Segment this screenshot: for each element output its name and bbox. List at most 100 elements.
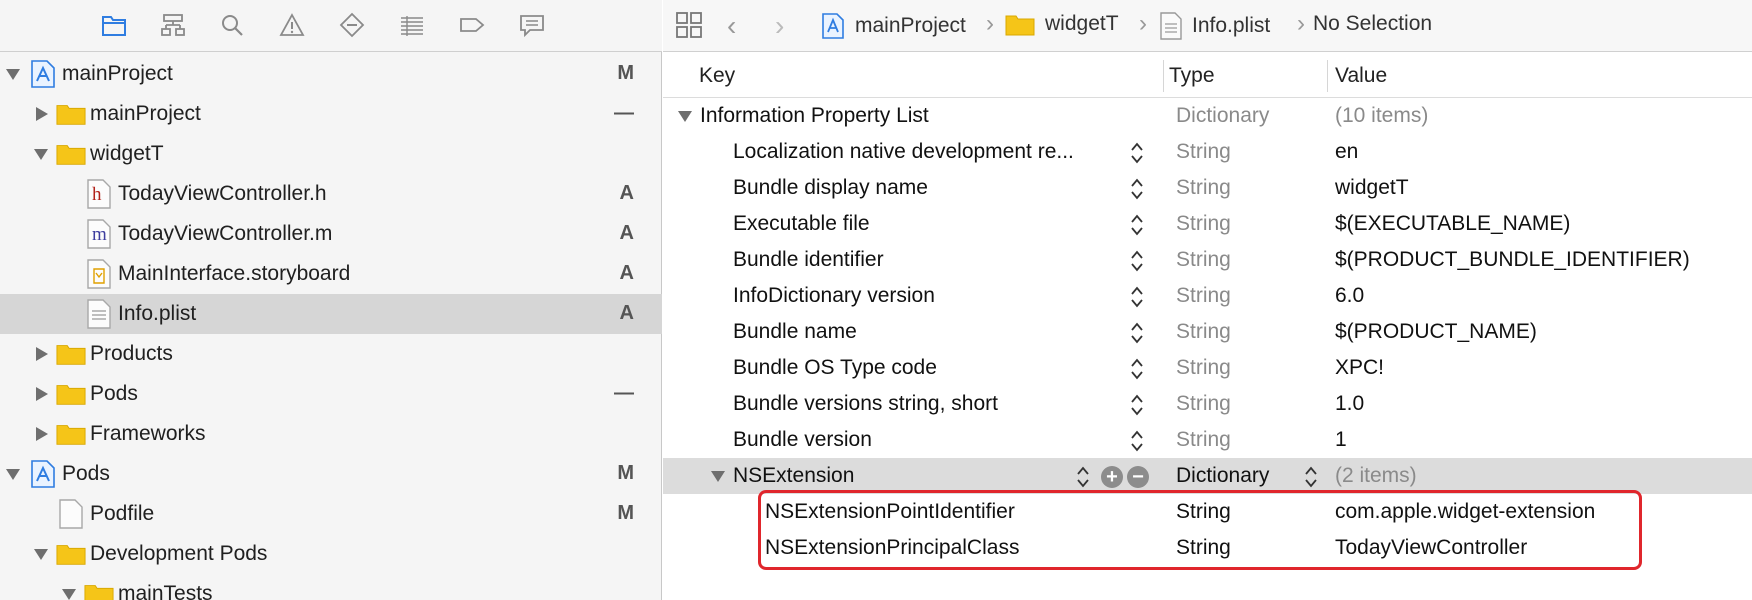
plist-type[interactable]: String xyxy=(1176,356,1231,380)
file-tree-row[interactable]: Pods M xyxy=(0,454,662,494)
folder-icon[interactable] xyxy=(96,8,132,42)
disclosure-open-icon[interactable] xyxy=(677,108,693,124)
header-value[interactable]: Value xyxy=(1335,64,1387,88)
plist-row[interactable]: Bundle display name String widgetT xyxy=(663,170,1752,206)
plist-value[interactable]: (2 items) xyxy=(1335,464,1417,488)
hierarchy-icon[interactable] xyxy=(155,8,191,42)
plist-value[interactable]: 1.0 xyxy=(1335,392,1364,416)
plist-type[interactable]: String xyxy=(1176,392,1231,416)
plist-key[interactable]: NSExtensionPointIdentifier xyxy=(765,500,1015,524)
tag-icon[interactable] xyxy=(454,8,490,42)
file-tree-row[interactable]: Development Pods xyxy=(0,534,662,574)
plist-row[interactable]: Localization native development re... Str… xyxy=(663,134,1752,170)
disclosure-open-icon[interactable] xyxy=(710,468,726,484)
plist-row[interactable]: Bundle version String 1 xyxy=(663,422,1752,458)
column-divider[interactable] xyxy=(1163,60,1164,92)
file-tree-row[interactable]: Info.plist A xyxy=(0,294,662,334)
back-arrow-icon[interactable]: ‹ xyxy=(727,10,736,42)
key-stepper-icon[interactable] xyxy=(1129,321,1145,345)
plist-row[interactable]: NSExtensionPointIdentifier String com.appl… xyxy=(663,494,1752,530)
key-stepper-icon[interactable] xyxy=(1129,357,1145,381)
plist-key[interactable]: Bundle identifier xyxy=(733,248,884,272)
plist-value[interactable]: XPC! xyxy=(1335,356,1384,380)
file-tree-row[interactable]: MainInterface.storyboard A xyxy=(0,254,662,294)
column-divider[interactable] xyxy=(1327,60,1328,92)
plist-type[interactable]: String xyxy=(1176,248,1231,272)
disclosure-open-icon[interactable] xyxy=(4,65,22,83)
key-stepper-icon[interactable] xyxy=(1129,393,1145,417)
plist-key[interactable]: NSExtension xyxy=(733,464,854,488)
related-items-icon[interactable] xyxy=(675,11,703,39)
disclosure-closed-icon[interactable] xyxy=(32,385,50,403)
comment-icon[interactable] xyxy=(514,8,550,42)
plist-row[interactable]: Bundle identifier String $(PRODUCT_BUNDLE_… xyxy=(663,242,1752,278)
test-diamond-icon[interactable] xyxy=(334,8,370,42)
file-tree-row[interactable]: mainProject M xyxy=(0,54,662,94)
disclosure-closed-icon[interactable] xyxy=(32,105,50,123)
disclosure-open-icon[interactable] xyxy=(60,585,78,600)
key-stepper-icon[interactable] xyxy=(1129,285,1145,309)
file-tree-row[interactable]: Pods — xyxy=(0,374,662,414)
key-stepper-icon[interactable] xyxy=(1129,213,1145,237)
plist-row[interactable]: Bundle OS Type code String XPC! xyxy=(663,350,1752,386)
forward-arrow-icon[interactable]: › xyxy=(775,10,784,42)
breadcrumb-selection[interactable]: No Selection xyxy=(1313,12,1432,36)
breadcrumb-group[interactable]: widgetT xyxy=(1005,12,1119,36)
file-tree-row[interactable]: mainProject — xyxy=(0,94,662,134)
plist-type[interactable]: String xyxy=(1176,536,1231,560)
plist-type[interactable]: String xyxy=(1176,428,1231,452)
plist-key[interactable]: Bundle display name xyxy=(733,176,928,200)
plist-extension-row[interactable]: NSExtension + − Dictionary (2 items) xyxy=(663,458,1752,494)
plist-value[interactable]: (10 items) xyxy=(1335,104,1428,128)
plist-key[interactable]: InfoDictionary version xyxy=(733,284,935,308)
plist-key[interactable]: Bundle versions string, short xyxy=(733,392,998,416)
plist-value[interactable]: $(PRODUCT_BUNDLE_IDENTIFIER) xyxy=(1335,248,1690,272)
disclosure-open-icon[interactable] xyxy=(4,465,22,483)
file-tree-row[interactable]: widgetT xyxy=(0,134,662,174)
plist-value[interactable]: TodayViewController xyxy=(1335,536,1527,560)
key-stepper-icon[interactable] xyxy=(1075,465,1091,489)
plist-value[interactable]: en xyxy=(1335,140,1358,164)
plist-row[interactable]: InfoDictionary version String 6.0 xyxy=(663,278,1752,314)
type-stepper-icon[interactable] xyxy=(1303,465,1319,489)
key-stepper-icon[interactable] xyxy=(1129,249,1145,273)
file-tree-row[interactable]: mainTests xyxy=(0,574,662,600)
disclosure-open-icon[interactable] xyxy=(32,145,50,163)
plist-type[interactable]: String xyxy=(1176,500,1231,524)
plist-value[interactable]: $(PRODUCT_NAME) xyxy=(1335,320,1537,344)
plist-value[interactable]: $(EXECUTABLE_NAME) xyxy=(1335,212,1570,236)
plist-key[interactable]: Executable file xyxy=(733,212,870,236)
file-tree-row[interactable]: Products xyxy=(0,334,662,374)
key-stepper-icon[interactable] xyxy=(1129,177,1145,201)
plist-key[interactable]: Information Property List xyxy=(700,104,929,128)
key-stepper-icon[interactable] xyxy=(1129,141,1145,165)
header-type[interactable]: Type xyxy=(1169,64,1215,88)
plist-value[interactable]: com.apple.widget-extension xyxy=(1335,500,1595,524)
disclosure-closed-icon[interactable] xyxy=(32,345,50,363)
header-key[interactable]: Key xyxy=(699,64,735,88)
plist-key[interactable]: Bundle version xyxy=(733,428,872,452)
search-icon[interactable] xyxy=(214,8,250,42)
file-tree-row[interactable]: m TodayViewController.m A xyxy=(0,214,662,254)
plist-row[interactable]: NSExtensionPrincipalClass String TodayView… xyxy=(663,530,1752,566)
plist-type[interactable]: String xyxy=(1176,140,1231,164)
remove-item-button[interactable]: − xyxy=(1127,466,1149,488)
warning-icon[interactable] xyxy=(274,8,310,42)
key-stepper-icon[interactable] xyxy=(1129,429,1145,453)
plist-key[interactable]: Bundle OS Type code xyxy=(733,356,937,380)
plist-key[interactable]: Localization native development re... xyxy=(733,140,1074,164)
plist-type[interactable]: String xyxy=(1176,320,1231,344)
plist-value[interactable]: 6.0 xyxy=(1335,284,1364,308)
breadcrumb-file[interactable]: Info.plist xyxy=(1160,12,1270,40)
plist-type[interactable]: String xyxy=(1176,284,1231,308)
file-tree-row[interactable]: Podfile M xyxy=(0,494,662,534)
disclosure-closed-icon[interactable] xyxy=(32,425,50,443)
plist-type[interactable]: Dictionary xyxy=(1176,464,1269,488)
plist-type[interactable]: Dictionary xyxy=(1176,104,1269,128)
plist-row[interactable]: Bundle versions string, short String 1.0 xyxy=(663,386,1752,422)
plist-row[interactable]: Executable file String $(EXECUTABLE_NAME) xyxy=(663,206,1752,242)
plist-type[interactable]: String xyxy=(1176,212,1231,236)
plist-key[interactable]: NSExtensionPrincipalClass xyxy=(765,536,1019,560)
plist-value[interactable]: widgetT xyxy=(1335,176,1409,200)
list-icon[interactable] xyxy=(394,8,430,42)
